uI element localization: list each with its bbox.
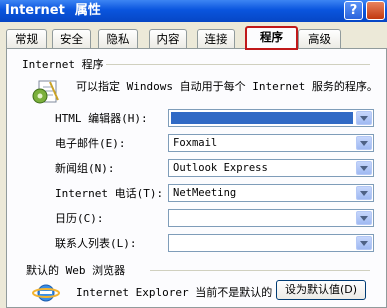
selected-field	[171, 112, 353, 124]
tab-connections[interactable]: 连接	[197, 29, 235, 48]
newsgroup-select[interactable]: Outlook Express	[168, 159, 374, 177]
group-divider	[150, 270, 370, 271]
internet-explorer-icon	[32, 284, 60, 302]
calendar-label: 日历(C):	[55, 212, 104, 225]
tab-programs[interactable]: 程序	[245, 26, 298, 50]
programs-group-title: Internet 程序	[20, 58, 106, 71]
programs-description: 可以指定 Windows 自动用于每个 Internet 服务的程序。	[76, 80, 378, 93]
tab-content[interactable]: 内容	[149, 29, 187, 48]
internet-call-value: NetMeeting	[173, 187, 237, 199]
html-editor-label: HTML 编辑器(H):	[55, 112, 148, 125]
email-label: 电子邮件(E):	[55, 137, 126, 150]
dropdown-arrow-icon[interactable]	[356, 136, 372, 150]
title-bar: Internet 属性 ?	[0, 0, 387, 22]
close-button[interactable]	[366, 1, 385, 20]
email-value: Foxmail	[173, 137, 218, 149]
tab-advanced[interactable]: 高级	[298, 29, 341, 48]
dropdown-arrow-icon[interactable]	[356, 161, 372, 175]
browser-group-title: 默认的 Web 浏览器	[24, 264, 128, 277]
tab-strip: 常规 安全 隐私 内容 连接 程序 高级	[0, 26, 387, 50]
newsgroup-value: Outlook Express	[173, 162, 268, 174]
contact-list-label: 联系人列表(L):	[55, 237, 137, 250]
window-title: Internet 属性	[5, 3, 101, 18]
internet-call-label: Internet 电话(T):	[55, 187, 164, 200]
browser-status-text: Internet Explorer 当前不是默认的	[76, 286, 273, 299]
dropdown-arrow-icon[interactable]	[356, 236, 372, 250]
tab-general[interactable]: 常规	[6, 29, 47, 48]
dropdown-arrow-icon[interactable]	[356, 111, 372, 125]
calendar-select[interactable]	[168, 209, 374, 227]
html-editor-select[interactable]	[168, 109, 374, 127]
help-button[interactable]: ?	[344, 1, 363, 20]
tab-security[interactable]: 安全	[52, 29, 91, 48]
dropdown-arrow-icon[interactable]	[356, 186, 372, 200]
contact-list-select[interactable]	[168, 234, 374, 252]
dropdown-arrow-icon[interactable]	[356, 211, 372, 225]
tab-privacy[interactable]: 隐私	[98, 29, 138, 48]
internet-call-select[interactable]: NetMeeting	[168, 184, 374, 202]
newsgroup-label: 新闻组(N):	[55, 162, 115, 175]
group-divider	[86, 64, 370, 65]
set-default-button[interactable]: 设为默认值(D)	[276, 280, 366, 300]
gear-document-icon	[32, 80, 59, 104]
email-select[interactable]: Foxmail	[168, 134, 374, 152]
